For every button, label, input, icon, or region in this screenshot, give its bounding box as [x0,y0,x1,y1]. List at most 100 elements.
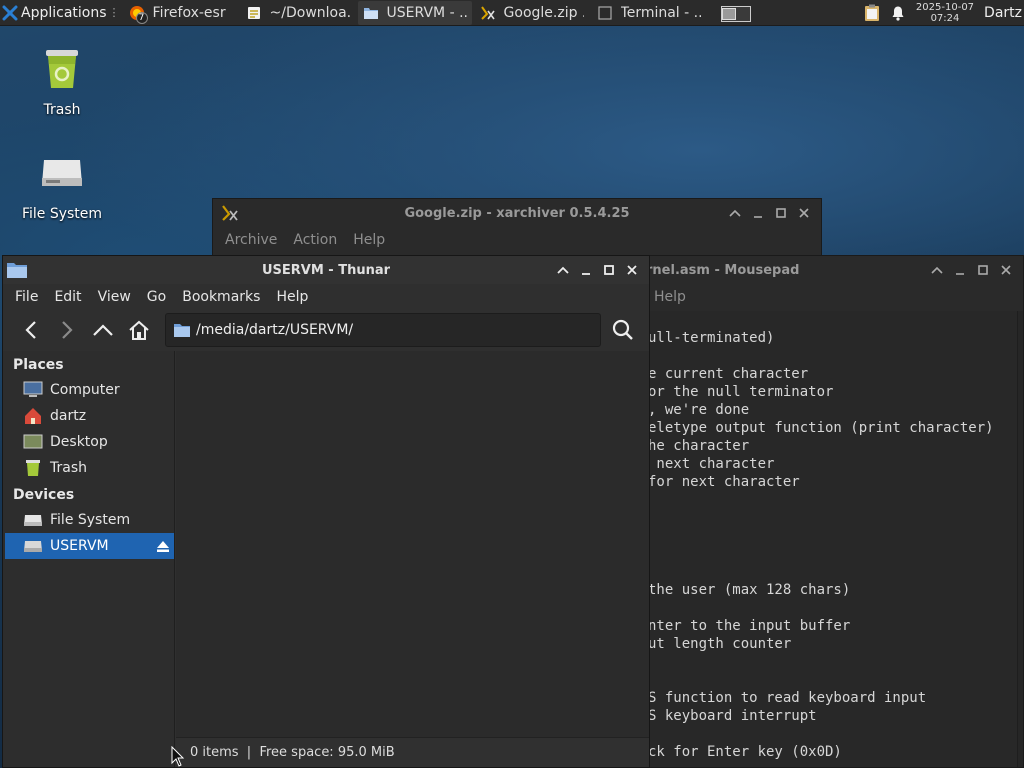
mousepad-titlebar[interactable]: rnel.asm - Mousepad [640,256,1023,284]
sidebar-item-label: Desktop [50,434,108,450]
editor-line: next character [648,456,775,472]
sidebar-item-desktop[interactable]: Desktop [3,429,174,455]
editor-line: S keyboard interrupt [648,708,817,724]
applications-menu-button[interactable]: Applications ⋮ [0,0,124,26]
text-editor-area[interactable]: ull-terminated) e current character or the… [640,311,1017,767]
sidebar-item-file-system[interactable]: File System [3,507,174,533]
parent-folder-button[interactable] [85,314,121,346]
menu-help[interactable]: Help [646,289,694,305]
eject-icon[interactable] [156,539,170,553]
top-panel: Applications ⋮ 7 Firefox-esr ~/Downloa..… [0,0,1024,26]
menu-archive[interactable]: Archive [217,232,285,248]
editor-line: the user (max 128 chars) [648,582,851,598]
editor-line: nter to the input buffer [648,618,851,634]
editor-line: , we're done [648,402,750,418]
menu-edit[interactable]: Edit [46,289,89,305]
roll-up-icon[interactable] [925,260,948,280]
thunar-titlebar[interactable]: USERVM - Thunar [3,256,649,284]
text-editor-icon [246,5,262,21]
user-menu[interactable]: Dartz [984,5,1022,21]
menu-go[interactable]: Go [139,289,174,305]
desktop-icon-label: File System [21,206,103,222]
taskbar-item-terminal[interactable]: Terminal - ... [592,1,706,25]
close-icon[interactable] [994,260,1017,280]
taskbar-item-xarchiver[interactable]: Google.zip ... [475,1,589,25]
maximize-icon[interactable] [597,260,620,280]
xarchiver-window[interactable]: Google.zip - xarchiver 0.5.4.25 Archive … [212,198,822,258]
trash-icon [23,459,43,477]
minimize-icon[interactable] [746,203,769,223]
sidebar-item-label: dartz [50,408,87,424]
location-bar[interactable]: /media/dartz/USERVM/ [165,313,601,347]
editor-line: or the null terminator [648,384,834,400]
menu-bookmarks[interactable]: Bookmarks [174,289,268,305]
menu-separator-icon: ⋮ [108,6,120,19]
editor-line: eletype output function (print character… [648,420,994,436]
xarchiver-icon [222,205,238,221]
chevron-up-icon [93,324,113,336]
taskbar-item-thunar[interactable]: USERVM - ... [357,0,472,25]
sidebar-item-label: Trash [50,460,87,476]
desktop-icon-file-system[interactable]: File System [12,148,112,222]
notification-badge: 7 [135,11,148,24]
minimize-icon[interactable] [948,260,971,280]
workspace-switcher[interactable] [719,3,753,23]
notifications-bell-icon[interactable] [890,5,906,21]
sidebar-item-uservm[interactable]: USERVM [5,533,174,559]
menu-help[interactable]: Help [345,232,393,248]
menu-help[interactable]: Help [268,289,316,305]
back-button[interactable] [13,314,49,346]
vertical-scrollbar[interactable] [1017,311,1023,767]
home-button[interactable] [121,314,157,346]
sidebar-item-computer[interactable]: Computer [3,377,174,403]
taskbar-item-downloads[interactable]: ~/Downloa... [241,1,355,25]
maximize-icon[interactable] [971,260,994,280]
sidebar-item-trash[interactable]: Trash [3,455,174,481]
taskbar-item-label: ~/Downloa... [269,4,350,21]
thunar-menubar: File Edit View Go Bookmarks Help [3,284,649,310]
taskbar-item-firefox[interactable]: 7 Firefox-esr [124,1,238,25]
file-view[interactable] [176,351,649,737]
mousepad-window[interactable]: rnel.asm - Mousepad Help ull-terminated)… [640,255,1024,768]
search-button[interactable] [605,314,641,346]
xarchiver-titlebar[interactable]: Google.zip - xarchiver 0.5.4.25 [213,199,821,227]
folder-icon [363,5,379,21]
home-icon [23,407,43,425]
close-icon[interactable] [792,203,815,223]
menu-file[interactable]: File [7,289,46,305]
roll-up-icon[interactable] [723,203,746,223]
drive-icon [23,537,43,555]
sidebar-item-dartz[interactable]: dartz [3,403,174,429]
mousepad-menubar: Help [640,284,1023,310]
devices-header: Devices [13,487,75,503]
clock[interactable]: 2025-10-07 07:24 [916,2,974,24]
folder-icon [7,263,27,278]
side-pane: Places Computer dartz Desktop Trash Devi… [3,351,175,767]
desktop-icon-trash[interactable]: Trash [12,44,112,118]
clipboard-icon[interactable] [862,3,882,23]
sidebar-item-label: Computer [50,382,120,398]
editor-line: he character [648,438,750,454]
forward-button[interactable] [49,314,85,346]
menu-action[interactable]: Action [285,232,345,248]
folder-icon [174,324,190,337]
close-icon[interactable] [620,260,643,280]
minimize-icon[interactable] [574,260,597,280]
thunar-window[interactable]: USERVM - Thunar File Edit View Go Bookma… [2,255,650,768]
roll-up-icon[interactable] [551,260,574,280]
computer-icon [23,381,43,399]
taskbar-item-label: USERVM - ... [386,4,467,21]
home-icon [129,320,149,340]
menu-view[interactable]: View [90,289,139,305]
sidebar-item-label: File System [50,512,131,528]
location-path: /media/dartz/USERVM/ [196,322,354,338]
maximize-icon[interactable] [769,203,792,223]
taskbar-item-label: Firefox-esr [152,4,226,21]
